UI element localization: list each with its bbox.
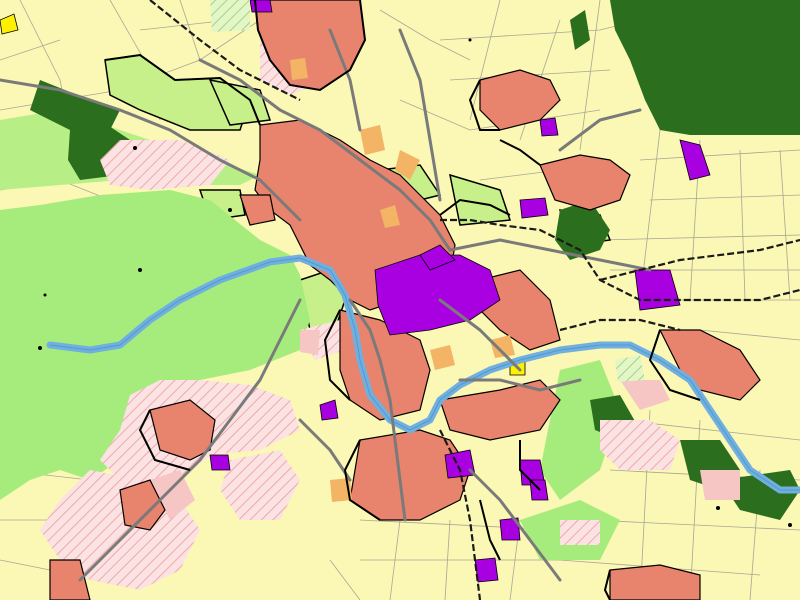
zoning-map[interactable] (0, 0, 800, 600)
map-canvas[interactable] (0, 0, 800, 600)
